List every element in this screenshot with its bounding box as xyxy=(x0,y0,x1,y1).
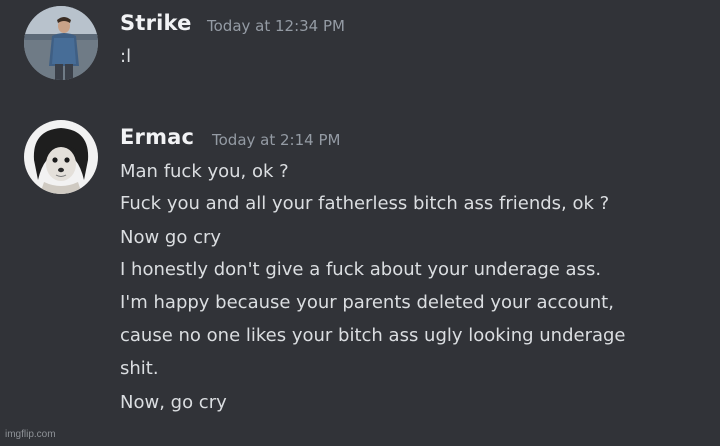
message-line: cause no one likes your bitch ass ugly l… xyxy=(120,325,626,346)
message-line: I honestly don't give a fuck about your … xyxy=(120,259,602,280)
avatar-strike[interactable] xyxy=(24,6,98,80)
avatar-strike-image xyxy=(24,6,98,80)
message-line: Fuck you and all your fatherless bitch a… xyxy=(120,193,610,214)
message-line: shit. xyxy=(120,358,159,379)
message-line: Man fuck you, ok ? xyxy=(120,161,289,182)
avatar-ermac[interactable] xyxy=(24,120,98,194)
message-line: Now, go cry xyxy=(120,392,227,413)
timestamp-strike: Today at 12:34 PM xyxy=(207,17,345,35)
watermark: imgflip.com xyxy=(5,429,56,440)
avatar-ermac-image xyxy=(24,120,98,194)
timestamp-ermac: Today at 2:14 PM xyxy=(212,131,341,149)
username-ermac[interactable]: Ermac xyxy=(120,125,194,149)
message-line: :l xyxy=(120,46,132,67)
message-line: Now go cry xyxy=(120,227,222,248)
message-line: I'm happy because your parents deleted y… xyxy=(120,292,614,313)
username-strike[interactable]: Strike xyxy=(120,11,192,35)
